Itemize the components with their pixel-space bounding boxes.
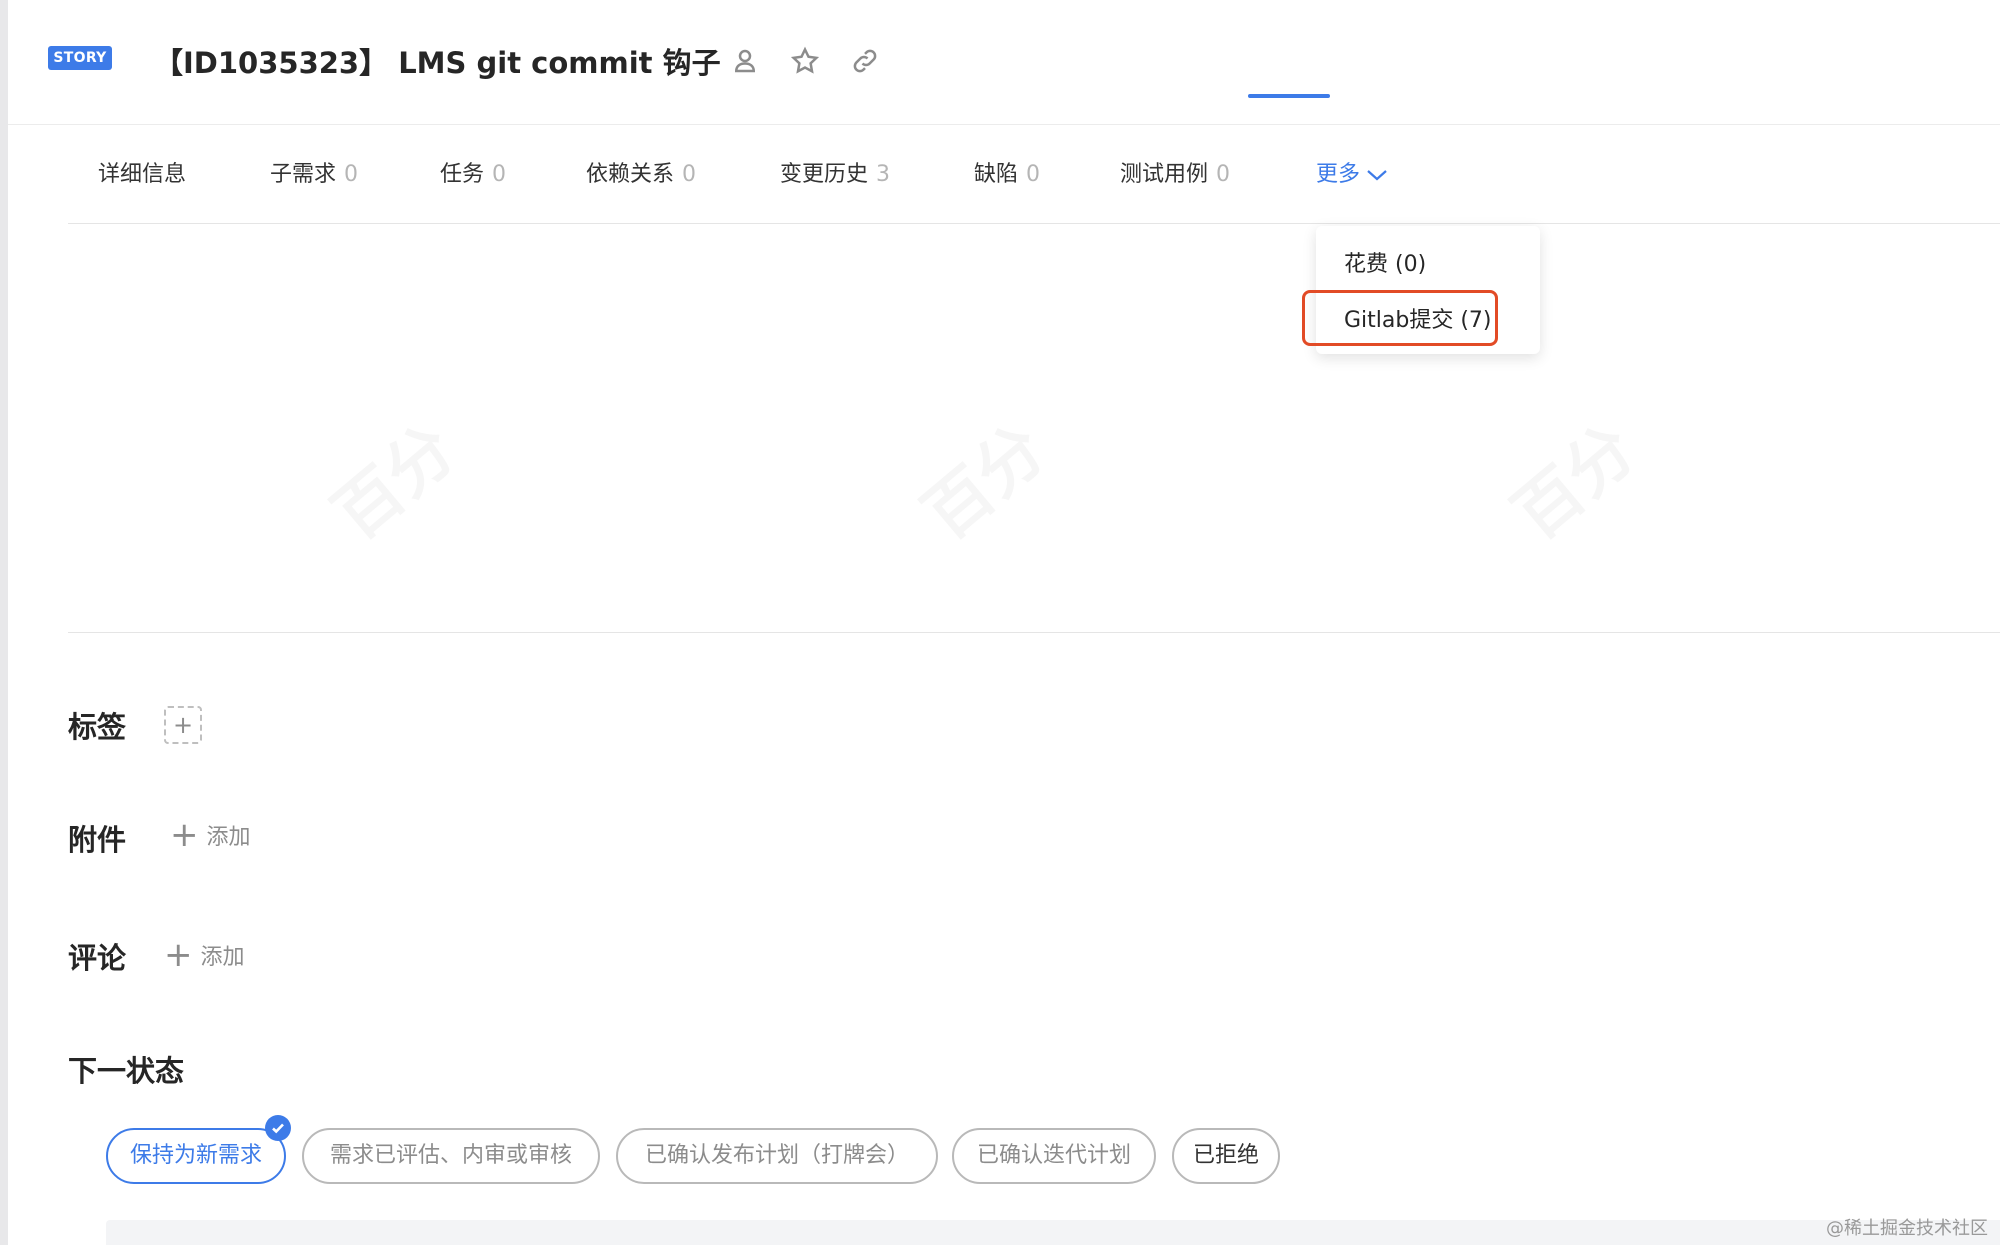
tab-bar: 详细信息 子需求 0 任务 0 依赖关系 0 变更历史 3 缺陷 0 测试用例 0 更多 xyxy=(68,124,2000,224)
plus-icon: + xyxy=(172,711,194,739)
tab-more[interactable]: 更多 xyxy=(1316,156,1388,188)
highlight-box xyxy=(1302,290,1498,346)
add-tag-button[interactable]: + xyxy=(164,706,202,744)
story-badge: STORY xyxy=(48,46,112,70)
chevron-down-icon xyxy=(1366,163,1388,188)
watermark: 百分 xyxy=(900,399,1063,557)
status-iteration-confirmed[interactable]: 已确认迭代计划 xyxy=(952,1128,1156,1184)
user-icon[interactable] xyxy=(728,44,762,78)
tab-change-history[interactable]: 变更历史 3 xyxy=(780,156,890,188)
tab-details[interactable]: 详细信息 xyxy=(98,156,186,188)
active-tab-underline xyxy=(1248,94,1330,98)
comments-label: 评论 xyxy=(68,941,127,975)
detail-header: STORY 【ID1035323】 LMS git commit 钩子 xyxy=(8,0,2000,125)
status-keep-new[interactable]: 保持为新需求 xyxy=(106,1128,286,1184)
tab-dependencies[interactable]: 依赖关系 0 xyxy=(586,156,696,188)
plus-icon: + xyxy=(170,815,199,855)
menu-item-cost[interactable]: 花费 (0) xyxy=(1344,246,1426,278)
add-comment-button[interactable]: + 添加 xyxy=(164,938,245,972)
content-divider xyxy=(68,632,2000,633)
tab-sub-requirements[interactable]: 子需求 0 xyxy=(270,156,358,188)
status-rejected[interactable]: 已拒绝 xyxy=(1172,1128,1280,1184)
credit-text: @稀土掘金技术社区 xyxy=(1826,1218,1988,1239)
status-release-confirmed[interactable]: 已确认发布计划（打牌会） xyxy=(616,1128,938,1184)
watermark: 百分 xyxy=(1490,399,1653,557)
plus-icon: + xyxy=(164,935,193,975)
next-status-label: 下一状态 xyxy=(68,1054,185,1088)
tab-test-cases[interactable]: 测试用例 0 xyxy=(1120,156,1230,188)
attachments-label: 附件 xyxy=(68,823,127,857)
content-panel xyxy=(106,1220,2000,1245)
tags-label: 标签 xyxy=(68,710,127,744)
star-icon[interactable] xyxy=(788,44,822,78)
watermark: 百分 xyxy=(310,399,473,557)
tab-tasks[interactable]: 任务 0 xyxy=(440,156,506,188)
check-icon xyxy=(265,1115,291,1141)
left-edge xyxy=(0,0,8,1245)
page-title: 【ID1035323】 LMS git commit 钩子 xyxy=(154,46,721,80)
link-icon[interactable] xyxy=(848,44,882,78)
status-evaluated[interactable]: 需求已评估、内审或审核 xyxy=(302,1128,600,1184)
tab-defects[interactable]: 缺陷 0 xyxy=(974,156,1040,188)
add-attachment-button[interactable]: + 添加 xyxy=(170,818,251,852)
